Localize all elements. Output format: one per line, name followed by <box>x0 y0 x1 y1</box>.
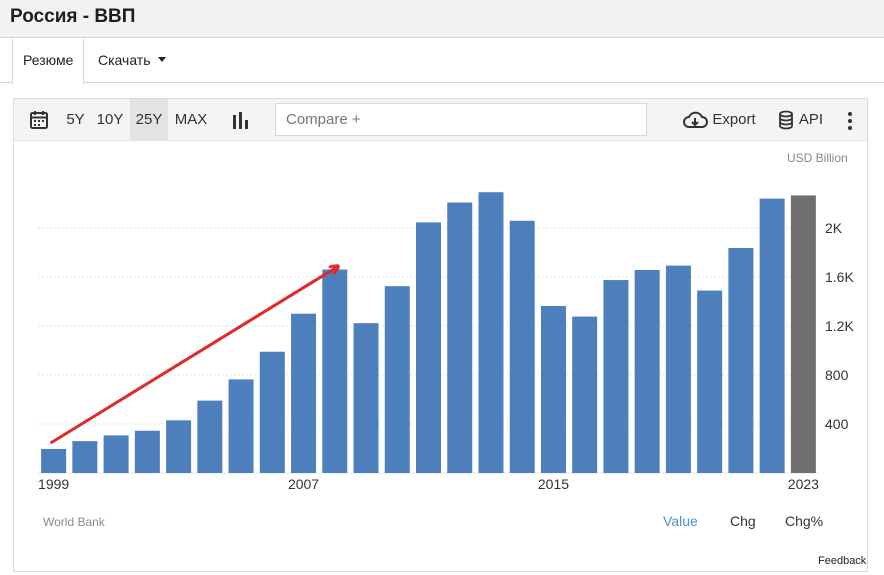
mode-chg-percent-button[interactable]: Chg% <box>785 513 823 529</box>
bar-2011[interactable] <box>416 222 441 473</box>
y-tick-label: 1.6K <box>825 269 854 285</box>
bar-2008[interactable] <box>322 269 348 473</box>
bar-2004[interactable] <box>197 400 223 473</box>
mode-value-button[interactable]: Value <box>663 513 698 529</box>
x-tick-label: 2023 <box>788 476 819 492</box>
bar-2013[interactable] <box>478 192 504 473</box>
bar-2015[interactable] <box>540 306 566 473</box>
x-tick-label: 2007 <box>288 476 319 492</box>
bar-2020[interactable] <box>697 290 723 473</box>
bar-2005[interactable] <box>228 379 254 473</box>
tab-download-label: Скачать <box>98 52 151 68</box>
tabs-row: Резюме Скачать <box>0 39 884 84</box>
chart-panel: 5Y 10Y 25Y MAX Compare + Export API USD … <box>13 98 868 572</box>
bar-2018[interactable] <box>634 270 660 473</box>
page-title: Россия - ВВП <box>10 6 136 27</box>
bar-2010[interactable] <box>384 286 410 473</box>
x-tick-label: 1999 <box>38 476 69 492</box>
bar-series <box>41 192 816 473</box>
y-tick-label: 400 <box>825 416 849 432</box>
bar-2021[interactable] <box>728 247 754 473</box>
bar-2016[interactable] <box>572 316 598 473</box>
bar-1999[interactable] <box>41 448 67 473</box>
bar-2012[interactable] <box>447 202 473 473</box>
bar-2000[interactable] <box>72 441 98 473</box>
x-tick-label: 2015 <box>538 476 569 492</box>
bar-2002[interactable] <box>134 430 160 473</box>
bar-2001[interactable] <box>103 435 129 473</box>
bar-2017[interactable] <box>603 280 629 473</box>
bar-chart: 400 800 1.2K 1.6K 2K 1999 2007 2015 2023 <box>38 192 854 492</box>
y-tick-label: 1.2K <box>825 318 854 334</box>
mode-chg-button[interactable]: Chg <box>730 513 756 529</box>
bar-2022[interactable] <box>759 198 785 473</box>
bar-2007[interactable] <box>291 313 317 473</box>
tab-download[interactable]: Скачать <box>88 39 176 83</box>
source-label: World Bank <box>43 515 105 529</box>
tab-summary[interactable]: Резюме <box>12 39 85 84</box>
x-axis-ticks: 1999 2007 2015 2023 <box>38 476 819 492</box>
bar-2009[interactable] <box>353 323 379 473</box>
bar-2019[interactable] <box>665 265 691 473</box>
y-tick-label: 2K <box>825 220 843 236</box>
y-axis-ticks: 400 800 1.2K 1.6K 2K <box>825 220 854 432</box>
bar-2006[interactable] <box>259 351 285 473</box>
bar-2003[interactable] <box>166 420 192 473</box>
title-bar: Россия - ВВП <box>0 0 884 38</box>
y-tick-label: 800 <box>825 367 849 383</box>
bar-2023[interactable] <box>790 195 816 473</box>
bar-2014[interactable] <box>509 220 535 473</box>
feedback-link[interactable]: Feedback <box>818 555 866 567</box>
caret-down-icon <box>157 57 166 62</box>
